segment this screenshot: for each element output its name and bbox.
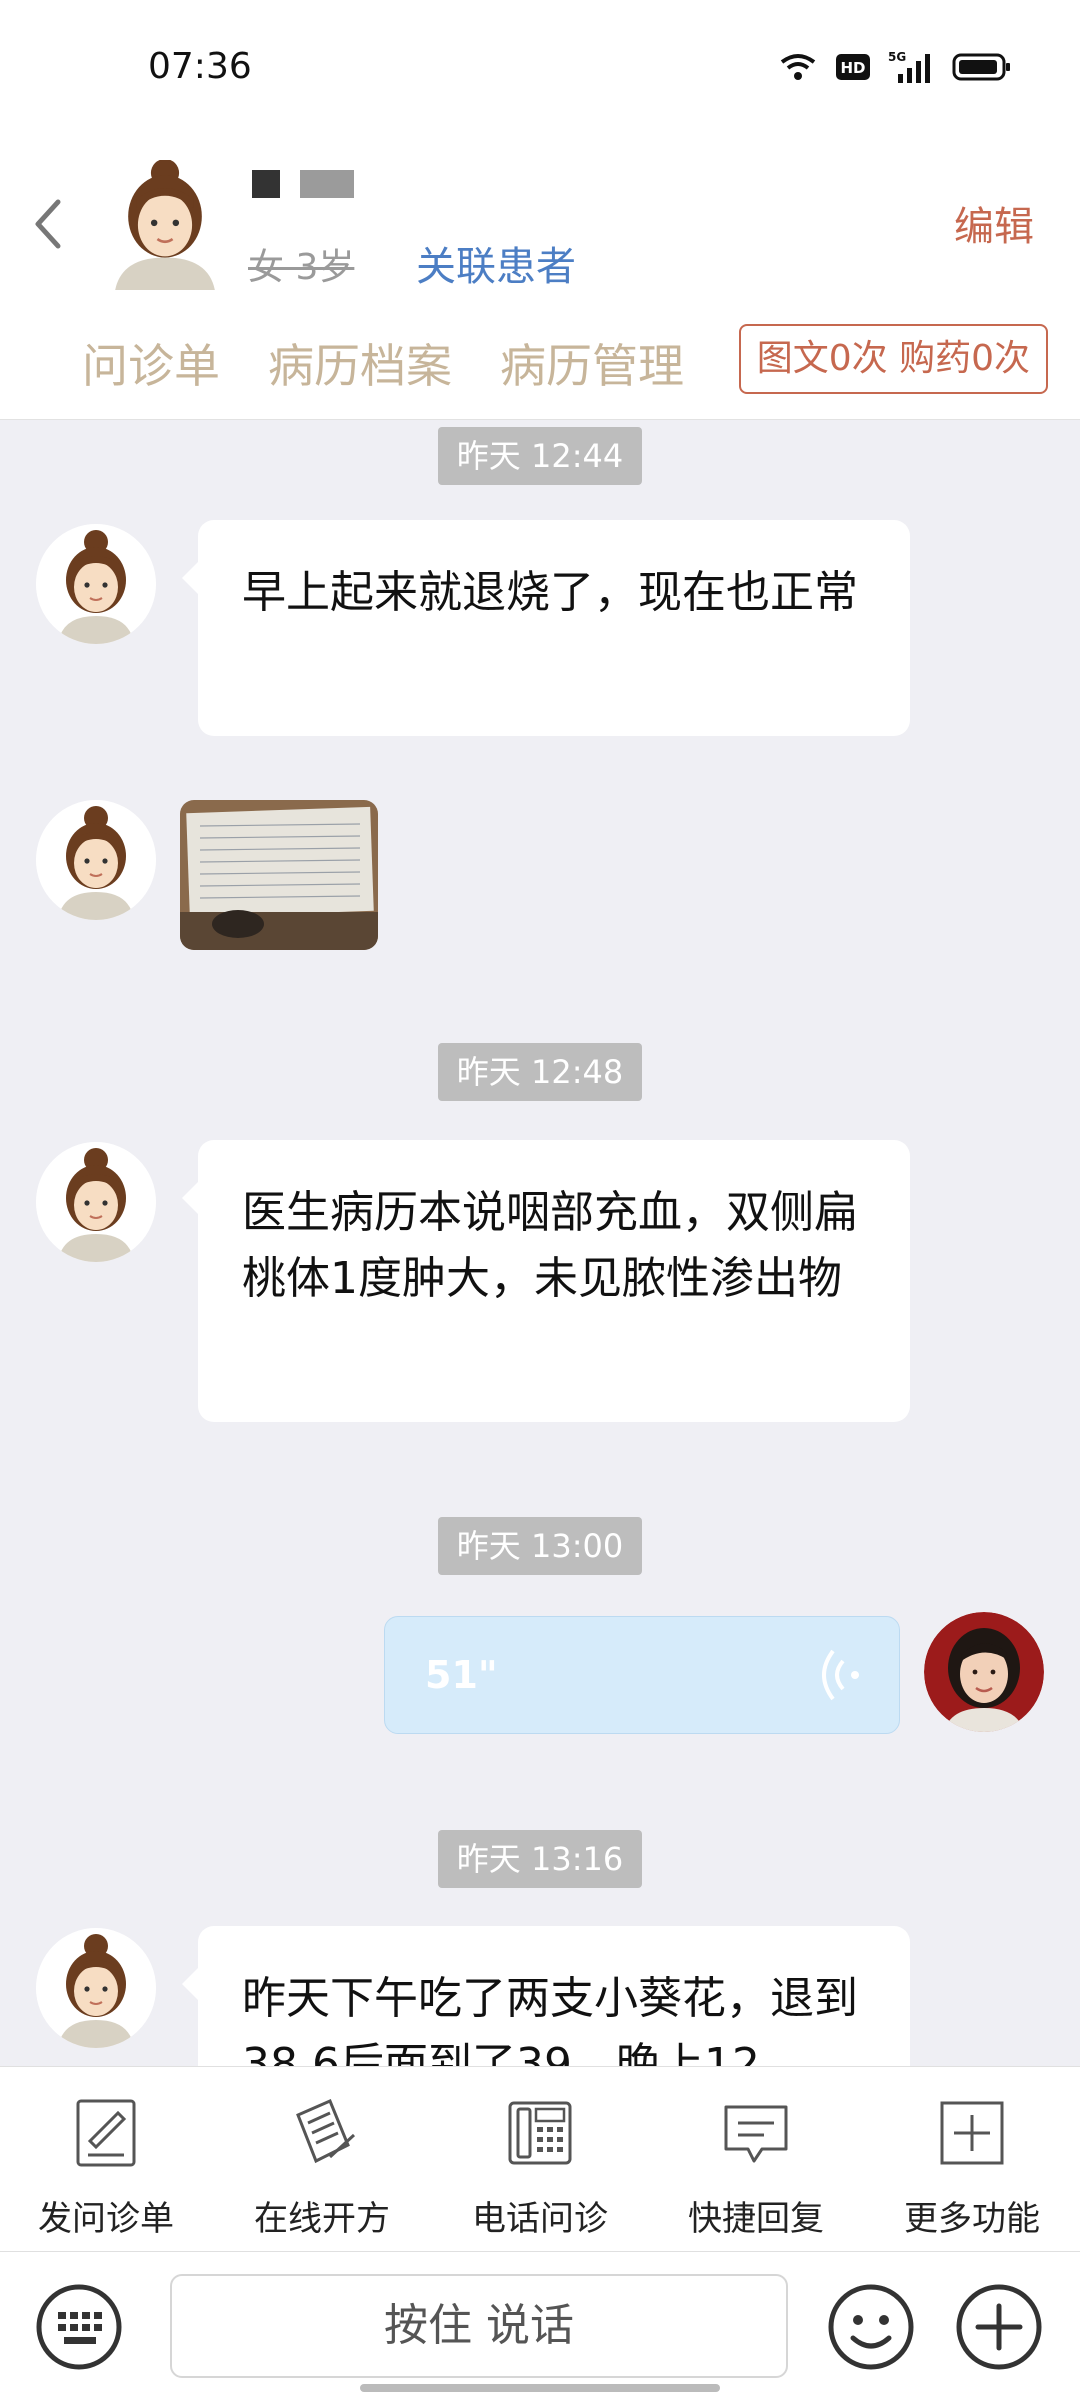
voice-duration: 51" xyxy=(425,1653,498,1697)
prescription-icon xyxy=(296,2099,356,2164)
phone-icon xyxy=(508,2101,572,2165)
keyboard-icon[interactable] xyxy=(34,2282,124,2372)
tab-consultation-form[interactable]: 问诊单 xyxy=(82,330,220,396)
back-icon[interactable] xyxy=(30,196,66,252)
chat-messages[interactable]: 昨天 12:44 早上起来就退烧了，现在也正常 昨天 12:48 医生病历本说咽… xyxy=(0,420,1080,2066)
patient-message-avatar[interactable] xyxy=(36,1928,156,2048)
patient-message-avatar[interactable] xyxy=(36,800,156,920)
timestamp-badge: 昨天 12:44 xyxy=(438,427,642,485)
patient-message-avatar[interactable] xyxy=(36,524,156,644)
emoji-icon[interactable] xyxy=(826,2282,916,2372)
message-bubble[interactable]: 医生病历本说咽部充血，双侧扁桃体1度肿大，未见脓性渗出物 xyxy=(182,1140,910,1422)
form-edit-icon xyxy=(76,2099,136,2167)
status-time: 07:36 xyxy=(148,46,252,87)
message-bubble[interactable]: 早上起来就退烧了，现在也正常 xyxy=(182,520,910,736)
patient-name-redacted xyxy=(252,170,354,198)
more-plus-icon xyxy=(940,2101,1004,2165)
hd-icon: HD xyxy=(836,54,870,80)
patient-info: 女 3岁 xyxy=(248,247,355,288)
link-patient-link[interactable]: 关联患者 xyxy=(416,234,576,292)
status-bar: 07:36 HD 5G xyxy=(0,0,1080,140)
patient-avatar-icon xyxy=(36,1928,156,2048)
wifi-icon xyxy=(780,54,816,80)
svg-text:5G: 5G xyxy=(888,50,906,64)
medical-record-photo[interactable] xyxy=(180,800,378,950)
send-form-button[interactable]: 发问诊单 xyxy=(6,2095,206,2240)
hold-to-talk-button[interactable]: 按住 说话 xyxy=(170,2274,788,2378)
cellular-signal-icon: 5G xyxy=(888,50,930,83)
patient-avatar-icon xyxy=(36,800,156,920)
message-bubble[interactable]: 昨天下午吃了两支小葵花，退到38.6后面到了39，晚上12 xyxy=(182,1926,910,2066)
svg-text:HD: HD xyxy=(840,59,865,77)
online-prescription-button[interactable]: 在线开方 xyxy=(222,2095,422,2240)
patient-message-avatar[interactable] xyxy=(36,1142,156,1262)
plus-icon[interactable] xyxy=(954,2282,1044,2372)
tab-record-management[interactable]: 病历管理 xyxy=(500,330,684,396)
battery-icon xyxy=(952,53,1010,81)
tab-medical-records[interactable]: 病历档案 xyxy=(268,330,452,396)
quick-reply-icon xyxy=(724,2105,788,2163)
timestamp-badge: 昨天 13:16 xyxy=(438,1830,642,1888)
patient-avatar-icon xyxy=(36,1142,156,1262)
input-bar: 按住 说话 xyxy=(0,2252,1080,2400)
status-icons: HD 5G xyxy=(778,50,1012,84)
patient-header: 女 3岁 关联患者 编辑 问诊单 病历档案 病历管理 图文0次 购药0次 xyxy=(0,140,1080,420)
function-bar: 发问诊单 在线开方 电话问诊 快捷回复 更多功能 xyxy=(0,2066,1080,2252)
doctor-photo-icon xyxy=(924,1612,1044,1732)
patient-avatar[interactable] xyxy=(100,160,230,290)
voice-message-bubble[interactable]: 51" xyxy=(384,1616,900,1734)
more-functions-button[interactable]: 更多功能 xyxy=(872,2095,1072,2240)
edit-button[interactable]: 编辑 xyxy=(954,194,1034,252)
voice-wave-icon xyxy=(822,1649,859,1701)
patient-avatar-icon xyxy=(36,524,156,644)
timestamp-badge: 昨天 12:48 xyxy=(438,1043,642,1101)
timestamp-badge: 昨天 13:00 xyxy=(438,1517,642,1575)
phone-consultation-button[interactable]: 电话问诊 xyxy=(440,2095,640,2240)
record-tabs: 问诊单 病历档案 病历管理 xyxy=(82,330,684,396)
doctor-avatar[interactable] xyxy=(924,1612,1044,1732)
service-quota-badge[interactable]: 图文0次 购药0次 xyxy=(738,324,1048,394)
home-indicator[interactable] xyxy=(360,2384,720,2392)
quick-reply-button[interactable]: 快捷回复 xyxy=(656,2095,856,2240)
